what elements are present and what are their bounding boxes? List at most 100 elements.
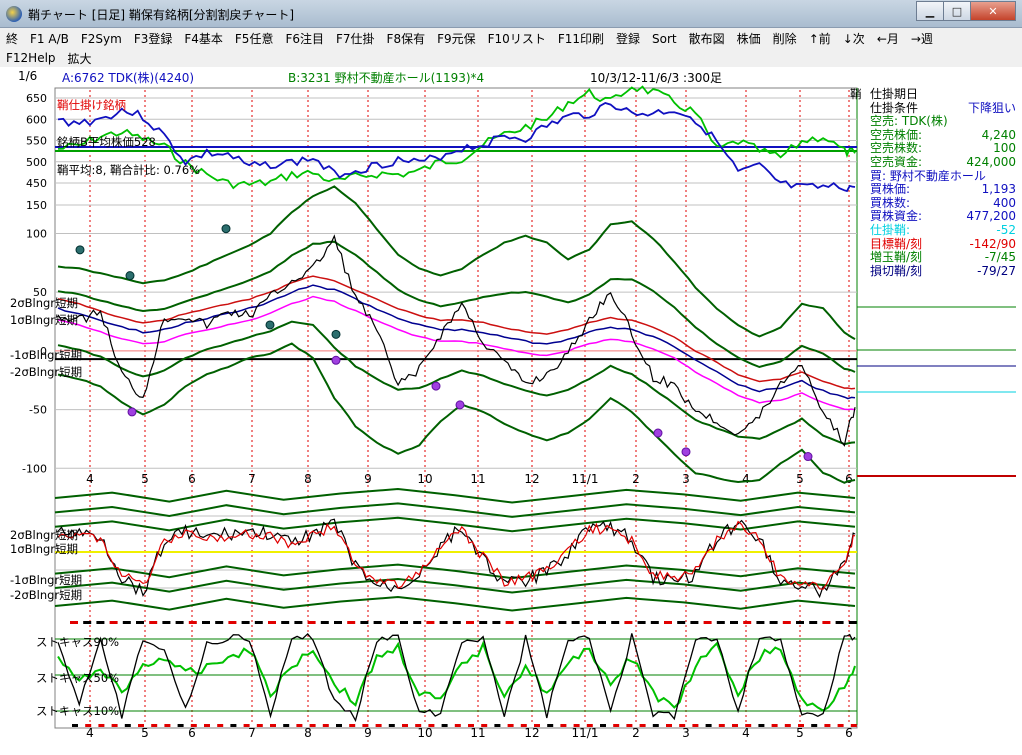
month-label-bottom: 5	[796, 726, 804, 740]
menu-item-f3[interactable]: F3登録	[128, 30, 179, 47]
month-label: 5	[796, 472, 804, 486]
signal-strip-bottom	[349, 724, 356, 727]
menu-bar: 終 F1 A/B F2Sym F3登録 F4基本 F5任意 F6注目 F7仕掛 …	[0, 28, 1022, 49]
menu-item-month[interactable]: ←月	[871, 30, 905, 47]
signal-strip-bottom	[811, 724, 818, 727]
minimize-icon: ▁	[925, 4, 935, 18]
month-label-bottom: 7	[248, 726, 256, 740]
signal-strip-bottom	[98, 724, 105, 727]
signal-strip-bottom	[402, 724, 408, 727]
panel-value: 1,193	[981, 182, 1016, 197]
maximize-button[interactable]: □	[943, 1, 971, 21]
menu-item-f6[interactable]: F6注目	[279, 30, 330, 47]
window-controls: ▁ □ ✕	[916, 1, 1016, 21]
month-label-bottom: 4	[86, 726, 94, 740]
signal-strip	[400, 621, 408, 624]
panel-value: -79/27	[977, 263, 1016, 278]
panel-value: 下降狙い	[967, 100, 1016, 115]
signal-strip	[373, 621, 382, 624]
signal-marker-up	[125, 271, 135, 281]
signal-strip-bottom	[771, 724, 778, 727]
signal-strip	[624, 621, 633, 624]
signal-strip	[690, 621, 699, 624]
menu-item-f8[interactable]: F8保有	[381, 30, 432, 47]
stoch-label-50: ストキャス50%	[36, 671, 120, 685]
signal-marker-down	[455, 400, 465, 410]
menu-item-zoom[interactable]: 拡大	[62, 50, 98, 67]
menu-item-next[interactable]: ↓次	[837, 30, 871, 47]
menu-item-f10[interactable]: F10リスト	[482, 30, 552, 47]
menu-item-prev[interactable]: ↑前	[803, 30, 837, 47]
price-tick-label: 650	[26, 92, 47, 105]
stock-b-label: B:3231 野村不動産ホール(1193)*4	[288, 71, 485, 85]
signal-strip-bottom	[468, 724, 474, 727]
signal-strip	[479, 621, 488, 624]
signal-strip	[268, 621, 276, 624]
month-label-bottom: 8	[304, 726, 312, 740]
panel-value: 100	[993, 141, 1016, 156]
signal-strip	[532, 621, 540, 624]
menu-item-week[interactable]: →週	[905, 30, 939, 47]
month-label: 12	[524, 472, 539, 486]
menu-item-f5[interactable]: F5任意	[229, 30, 280, 47]
signal-strip	[83, 621, 92, 624]
signal-strip	[452, 621, 461, 624]
menu-item-f11[interactable]: F11印刷	[552, 30, 610, 47]
close-button[interactable]: ✕	[970, 1, 1016, 21]
panel-label: 仕掛期日	[870, 87, 919, 101]
signal-strip	[254, 621, 263, 624]
signal-strip-bottom	[745, 724, 752, 727]
signal-strip	[822, 621, 831, 624]
panel-value: 4,240	[981, 127, 1016, 142]
signal-strip-bottom	[784, 724, 791, 727]
menu-item-sort[interactable]: Sort	[646, 32, 683, 46]
menu-item-register[interactable]: 登録	[610, 30, 646, 47]
menu-item-f9[interactable]: F9元保	[431, 30, 482, 47]
menu-item-quit[interactable]: 終	[0, 30, 24, 47]
panel-label: 空売: TDK(株)	[870, 114, 948, 129]
panel-row: 目標鞘/刻 -142/90	[868, 237, 1018, 252]
menu-item-price[interactable]: 株価	[731, 30, 767, 47]
menu-item-delete[interactable]: 削除	[767, 30, 803, 47]
signal-strip-bottom	[85, 724, 92, 727]
signal-strip-bottom	[124, 724, 131, 727]
signal-strip-bottom	[138, 724, 144, 727]
signal-strip	[518, 621, 527, 624]
band-label-m2-lower: -2σBlngr短期	[10, 588, 83, 602]
minimize-button[interactable]: ▁	[916, 1, 944, 21]
price-tick-label: 450	[26, 177, 47, 190]
signal-strip-bottom	[164, 724, 171, 727]
menu-item-f4[interactable]: F4基本	[178, 30, 229, 47]
signal-strip-bottom	[256, 724, 263, 727]
panel-row: 増玉鞘/刻 -7/45	[868, 251, 1018, 265]
signal-strip	[426, 621, 435, 624]
signal-strip	[505, 621, 514, 624]
menu-item-f2[interactable]: F2Sym	[75, 32, 128, 46]
signal-strip	[743, 621, 752, 624]
panel-row: 空売資金: 424,000	[868, 154, 1018, 170]
month-label: 11/1	[572, 472, 599, 486]
signal-strip	[241, 621, 250, 624]
signal-strip	[320, 621, 329, 624]
month-label-bottom: 3	[682, 726, 690, 740]
signal-strip	[611, 621, 620, 624]
signal-strip	[347, 621, 356, 624]
panel-label: 増玉鞘/刻	[870, 250, 923, 265]
signal-strip	[136, 621, 144, 624]
menu-item-f1[interactable]: F1 A/B	[24, 32, 75, 46]
panel-value: 477,200	[966, 209, 1016, 224]
signal-strip	[281, 621, 290, 624]
signal-strip-bottom	[441, 724, 448, 727]
menu-item-scatter[interactable]: 散布図	[683, 30, 731, 47]
title-bar: 鞘チャート [日足] 鞘保有銘柄[分割割戻チャート] ▁ □ ✕	[0, 0, 1022, 28]
page-indicator: 1/6	[18, 69, 38, 83]
menu-item-f7[interactable]: F7仕掛	[330, 30, 381, 47]
band-label-m1-lower: -1σBlngr短期	[10, 573, 83, 587]
panel-label: 空売資金:	[870, 154, 923, 169]
signal-strip-bottom	[824, 724, 831, 727]
signal-strip-bottom	[204, 724, 210, 727]
signal-strip-bottom	[705, 724, 712, 727]
spread-tick-label: -100	[22, 462, 47, 475]
month-label: 4	[86, 472, 94, 486]
menu-item-help[interactable]: F12Help	[0, 51, 62, 65]
